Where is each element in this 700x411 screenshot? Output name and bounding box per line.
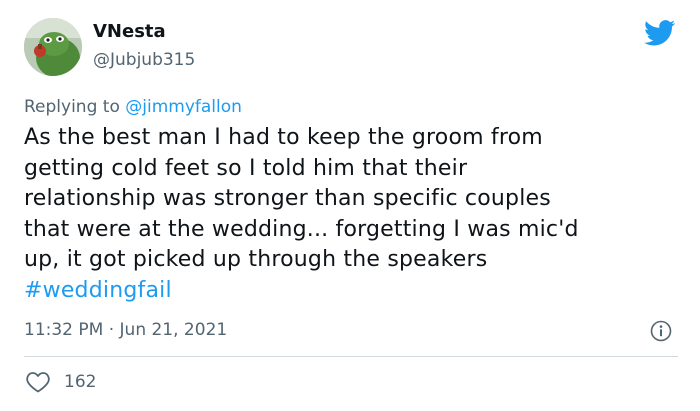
info-icon[interactable]: [650, 320, 672, 342]
like-action[interactable]: 162: [26, 371, 96, 393]
tweet-text: As the best man I had to keep the groom …: [24, 123, 684, 306]
tweet-line: getting cold feet so I told him that the…: [24, 155, 468, 181]
twitter-bird-icon[interactable]: [644, 20, 676, 46]
reply-mention-link[interactable]: @jimmyfallon: [125, 97, 242, 117]
tweet-line: relationship was stronger than specific …: [24, 186, 551, 211]
heart-icon[interactable]: [26, 371, 50, 393]
tweet-line: that were at the wedding... forgetting I…: [24, 216, 579, 242]
hashtag-link[interactable]: #weddingfail: [24, 276, 684, 307]
author-name[interactable]: VNesta: [93, 20, 166, 44]
tweet-line: As the best man I had to keep the groom …: [24, 125, 543, 150]
replying-to: Replying to @jimmyfallon: [24, 95, 242, 119]
avatar-image: [24, 18, 82, 76]
like-count: 162: [64, 372, 97, 392]
tweet-timestamp[interactable]: 11:32 PM · Jun 21, 2021: [24, 318, 227, 342]
author-handle[interactable]: @Jubjub315: [93, 49, 195, 71]
avatar[interactable]: [24, 18, 82, 76]
tweet-line: up, it got picked up through the speaker…: [24, 247, 488, 272]
replying-to-label: Replying to: [24, 97, 126, 117]
divider: [24, 356, 678, 357]
